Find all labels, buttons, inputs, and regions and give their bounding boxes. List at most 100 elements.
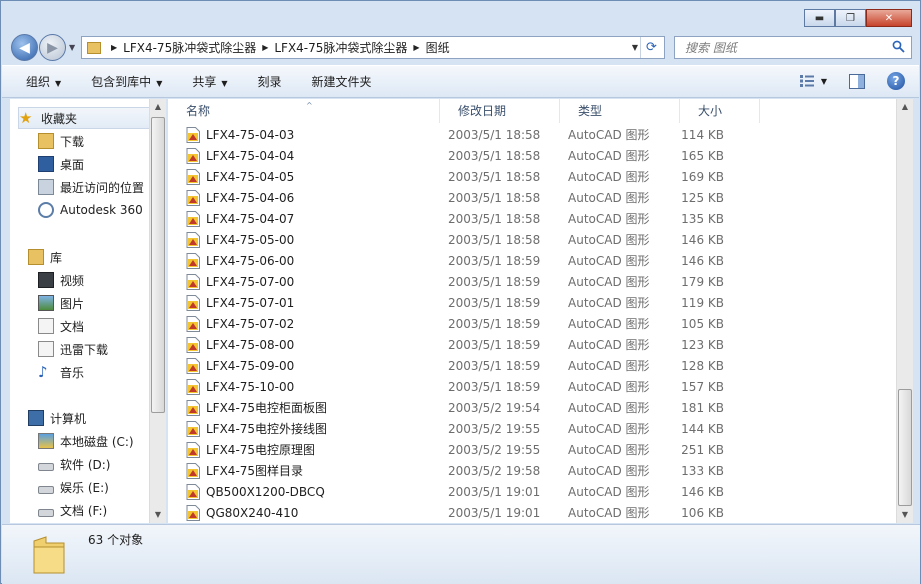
forward-button[interactable]: ▶ bbox=[39, 34, 66, 61]
breadcrumb-item[interactable]: LFX4-75脉冲袋式除尘器 bbox=[123, 39, 256, 56]
help-icon[interactable]: ? bbox=[887, 72, 905, 90]
breadcrumb-separator[interactable]: ▶ bbox=[262, 43, 268, 52]
search-box[interactable] bbox=[674, 36, 912, 59]
file-modified: 2003/5/2 19:55 bbox=[448, 442, 541, 457]
file-name-cell[interactable]: LFX4-75-08-00 bbox=[186, 336, 448, 353]
file-name-cell[interactable]: QG80X240-410 bbox=[186, 504, 448, 521]
maximize-button[interactable]: ❐ bbox=[835, 9, 866, 27]
file-row[interactable]: LFX4-75-04-03 2003/5/1 18:58 AutoCAD 图形 114… bbox=[186, 124, 754, 145]
recent-pages-dropdown[interactable]: ▼ bbox=[69, 43, 75, 52]
nav-item-drive-e[interactable]: 娱乐 (E:) bbox=[38, 476, 109, 498]
file-row[interactable]: LFX4-75-10-00 2003/5/1 18:59 AutoCAD 图形 157… bbox=[186, 376, 754, 397]
file-name-cell[interactable]: LFX4-75-06-00 bbox=[186, 252, 448, 269]
burn-button[interactable]: 刻录 bbox=[258, 73, 282, 90]
file-row[interactable]: LFX4-75-07-02 2003/5/1 18:59 AutoCAD 图形 105… bbox=[186, 313, 754, 334]
breadcrumb-item[interactable]: 图纸 bbox=[426, 39, 450, 56]
file-name-cell[interactable]: LFX4-75-05-00 bbox=[186, 231, 448, 248]
file-row[interactable]: LFX4-75电控柜面板图 2003/5/2 19:54 AutoCAD 图形 181… bbox=[186, 397, 754, 418]
file-row[interactable]: LFX4-75-04-06 2003/5/1 18:58 AutoCAD 图形 125… bbox=[186, 187, 754, 208]
file-name-cell[interactable]: LFX4-75电控柜面板图 bbox=[186, 399, 448, 416]
nav-item-documents[interactable]: 文档 bbox=[38, 315, 84, 337]
nav-item-thunder-downloads[interactable]: 迅雷下载 bbox=[38, 338, 108, 360]
search-input[interactable] bbox=[685, 40, 885, 55]
preview-pane-icon[interactable] bbox=[849, 73, 865, 89]
file-row[interactable]: LFX4-75-05-00 2003/5/1 18:58 AutoCAD 图形 146… bbox=[186, 229, 754, 250]
nav-item-videos[interactable]: 视频 bbox=[38, 269, 84, 291]
file-row[interactable]: LFX4-75电控外接线图 2003/5/2 19:55 AutoCAD 图形 144… bbox=[186, 418, 754, 439]
breadcrumb-separator[interactable]: ▶ bbox=[413, 43, 419, 52]
file-row[interactable]: LFX4-75-04-05 2003/5/1 18:58 AutoCAD 图形 169… bbox=[186, 166, 754, 187]
back-button[interactable]: ◀ bbox=[11, 34, 38, 61]
file-name-cell[interactable]: LFX4-75电控原理图 bbox=[186, 441, 448, 458]
navigation-scrollbar[interactable]: ▲ ▼ bbox=[149, 99, 166, 523]
nav-item-drive-d[interactable]: 软件 (D:) bbox=[38, 453, 110, 475]
nav-libraries[interactable]: 库 bbox=[28, 246, 62, 268]
nav-item-drive-c[interactable]: 本地磁盘 (C:) bbox=[38, 430, 134, 452]
minimize-button[interactable]: ▬ bbox=[804, 9, 835, 27]
file-name-cell[interactable]: LFX4-75-07-00 bbox=[186, 273, 448, 290]
scroll-up-icon[interactable]: ▲ bbox=[897, 99, 913, 115]
scrollbar-thumb[interactable] bbox=[898, 389, 912, 506]
file-list-scrollbar[interactable]: ▲ ▼ bbox=[896, 99, 913, 523]
column-header-size[interactable]: 大小 bbox=[680, 99, 760, 123]
search-icon[interactable] bbox=[892, 40, 905, 53]
file-row[interactable]: LFX4-75-08-00 2003/5/1 18:59 AutoCAD 图形 123… bbox=[186, 334, 754, 355]
file-name-cell[interactable]: LFX4-75-04-06 bbox=[186, 189, 448, 206]
file-name-cell[interactable]: LFX4-75-07-01 bbox=[186, 294, 448, 311]
file-name-cell[interactable]: LFX4-75图样目录 bbox=[186, 462, 448, 479]
file-size: 119 KB bbox=[681, 295, 724, 310]
address-bar[interactable]: ▶ LFX4-75脉冲袋式除尘器 ▶ LFX4-75脉冲袋式除尘器 ▶ 图纸 ▼… bbox=[81, 36, 665, 59]
address-history-dropdown[interactable]: ▼ bbox=[632, 43, 638, 52]
nav-favorites[interactable]: ★ 收藏夹 bbox=[18, 107, 156, 129]
include-in-library-button[interactable]: 包含到库中 ▼ bbox=[91, 73, 162, 90]
column-header-name[interactable]: ^ 名称 bbox=[168, 99, 440, 123]
scroll-down-icon[interactable]: ▼ bbox=[897, 507, 913, 523]
file-name: LFX4-75-04-06 bbox=[206, 190, 295, 205]
nav-item-recent-places[interactable]: 最近访问的位置 bbox=[38, 176, 144, 198]
autocad-dwg-icon bbox=[186, 126, 200, 143]
new-folder-button[interactable]: 新建文件夹 bbox=[312, 73, 372, 90]
nav-item-downloads[interactable]: 下载 bbox=[38, 130, 84, 152]
file-type: AutoCAD 图形 bbox=[568, 359, 650, 373]
close-button[interactable]: ✕ bbox=[866, 9, 912, 27]
column-header-modified[interactable]: 修改日期 bbox=[440, 99, 560, 123]
chevron-down-icon[interactable]: ▼ bbox=[821, 77, 827, 86]
file-row[interactable]: QB500X1200-DBCQ 2003/5/1 19:01 AutoCAD 图形 1… bbox=[186, 481, 754, 502]
share-button[interactable]: 共享 ▼ bbox=[192, 73, 227, 90]
view-options-icon[interactable] bbox=[799, 74, 815, 88]
file-name-cell[interactable]: LFX4-75-04-07 bbox=[186, 210, 448, 227]
refresh-icon[interactable]: ⟳ bbox=[640, 37, 662, 58]
file-row[interactable]: LFX4-75电控原理图 2003/5/2 19:55 AutoCAD 图形 251 … bbox=[186, 439, 754, 460]
nav-item-music[interactable]: ♪ 音乐 bbox=[38, 361, 84, 383]
file-name-cell[interactable]: LFX4-75-04-05 bbox=[186, 168, 448, 185]
file-row[interactable]: LFX4-75-09-00 2003/5/1 18:59 AutoCAD 图形 128… bbox=[186, 355, 754, 376]
file-name-cell[interactable]: QB500X1200-DBCQ bbox=[186, 483, 448, 500]
autocad-dwg-icon bbox=[186, 210, 200, 227]
nav-item-drive-f[interactable]: 文档 (F:) bbox=[38, 499, 107, 521]
column-header-type[interactable]: 类型 bbox=[560, 99, 680, 123]
file-name-cell[interactable]: LFX4-75-10-00 bbox=[186, 378, 448, 395]
scrollbar-thumb[interactable] bbox=[151, 117, 165, 413]
nav-computer[interactable]: 计算机 bbox=[28, 407, 86, 429]
file-size: 106 KB bbox=[681, 505, 724, 520]
file-row[interactable]: LFX4-75-07-00 2003/5/1 18:59 AutoCAD 图形 179… bbox=[186, 271, 754, 292]
file-name-cell[interactable]: LFX4-75-04-03 bbox=[186, 126, 448, 143]
breadcrumb-item[interactable]: LFX4-75脉冲袋式除尘器 bbox=[274, 39, 407, 56]
file-name-cell[interactable]: LFX4-75-09-00 bbox=[186, 357, 448, 374]
nav-item-pictures[interactable]: 图片 bbox=[38, 292, 84, 314]
file-row[interactable]: LFX4-75图样目录 2003/5/2 19:58 AutoCAD 图形 133 K… bbox=[186, 460, 754, 481]
scroll-down-icon[interactable]: ▼ bbox=[150, 507, 166, 523]
organize-button[interactable]: 组织 ▼ bbox=[26, 73, 61, 90]
file-row[interactable]: LFX4-75-04-04 2003/5/1 18:58 AutoCAD 图形 165… bbox=[186, 145, 754, 166]
nav-item-autodesk-360[interactable]: Autodesk 360 bbox=[38, 199, 143, 221]
nav-item-desktop[interactable]: 桌面 bbox=[38, 153, 84, 175]
file-name-cell[interactable]: LFX4-75-04-04 bbox=[186, 147, 448, 164]
file-name-cell[interactable]: LFX4-75电控外接线图 bbox=[186, 420, 448, 437]
file-row[interactable]: QG80X240-410 2003/5/1 19:01 AutoCAD 图形 106 … bbox=[186, 502, 754, 523]
file-row[interactable]: LFX4-75-06-00 2003/5/1 18:59 AutoCAD 图形 146… bbox=[186, 250, 754, 271]
breadcrumb-separator[interactable]: ▶ bbox=[111, 43, 117, 52]
file-row[interactable]: LFX4-75-04-07 2003/5/1 18:58 AutoCAD 图形 135… bbox=[186, 208, 754, 229]
file-name-cell[interactable]: LFX4-75-07-02 bbox=[186, 315, 448, 332]
scroll-up-icon[interactable]: ▲ bbox=[150, 99, 166, 115]
file-row[interactable]: LFX4-75-07-01 2003/5/1 18:59 AutoCAD 图形 119… bbox=[186, 292, 754, 313]
